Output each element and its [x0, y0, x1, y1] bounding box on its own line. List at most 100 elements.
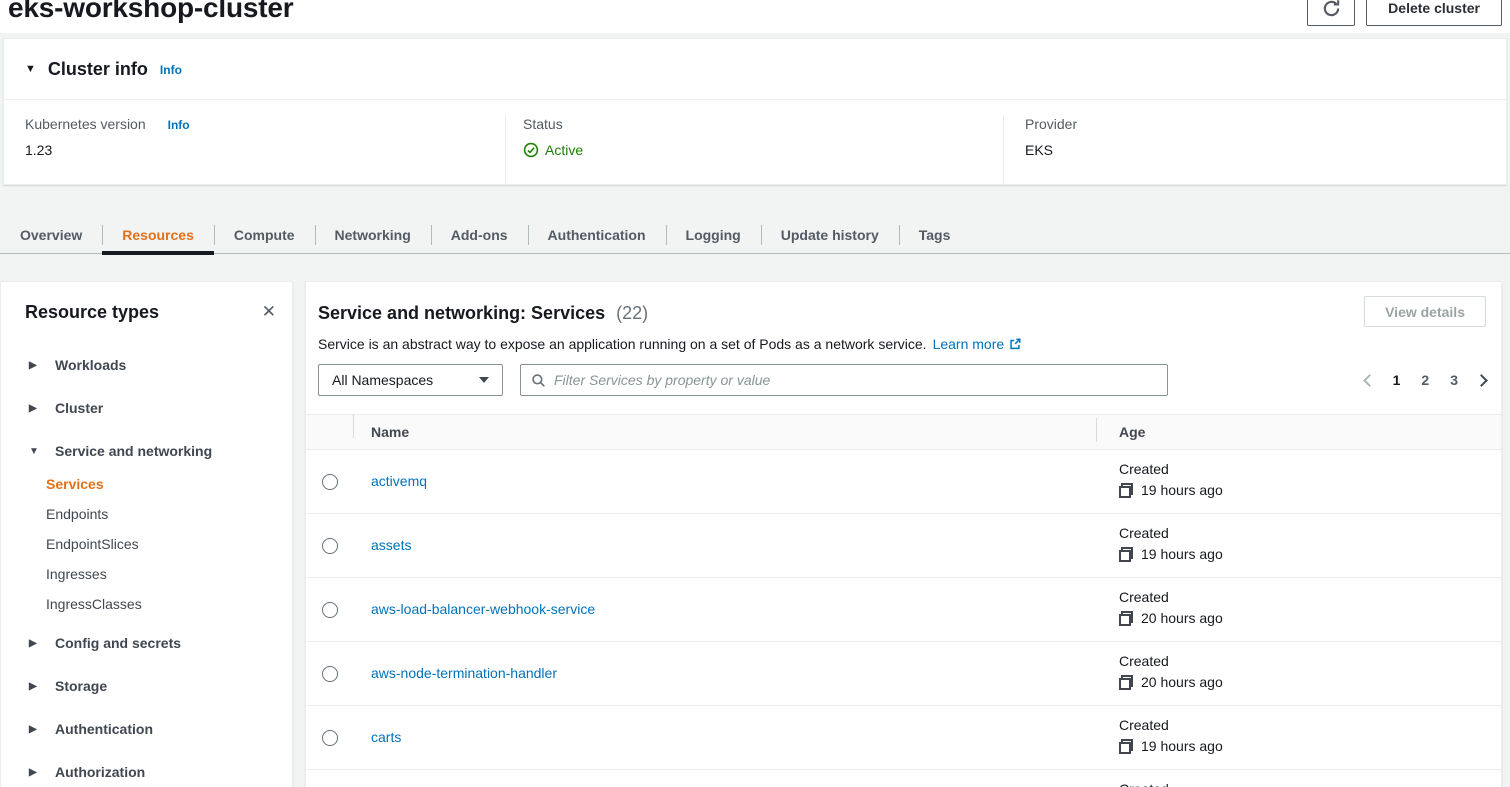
services-panel: Service and networking: Services (22) Vi… [305, 281, 1502, 787]
service-link[interactable]: aws-node-termination-handler [371, 665, 557, 681]
cluster-info-title: Cluster info [48, 59, 148, 80]
created-label: Created [1119, 653, 1501, 669]
copy-icon[interactable] [1119, 611, 1133, 626]
refresh-icon [1322, 0, 1341, 18]
pagination: 1 2 3 [1365, 369, 1486, 391]
provider-value: EKS [1025, 142, 1506, 158]
name-column-header: Name [353, 424, 1096, 440]
row-radio[interactable] [322, 538, 338, 554]
age-value: 19 hours ago [1141, 482, 1223, 498]
collapse-caret-icon: ▼ [29, 446, 40, 457]
row-radio[interactable] [322, 474, 338, 490]
tab-compute-label: Compute [234, 227, 295, 243]
expand-caret-icon: ▶ [29, 638, 40, 649]
table-row: assets Created 19 hours ago [306, 514, 1501, 578]
sidebar-item-cluster[interactable]: ▶ Cluster [29, 398, 292, 418]
table-row: Created [306, 770, 1501, 787]
sidebar-item-config-and-secrets[interactable]: ▶ Config and secrets [29, 633, 292, 653]
sidebar-item-storage[interactable]: ▶ Storage [29, 676, 292, 696]
row-radio[interactable] [322, 666, 338, 682]
sidebar-item-authorization[interactable]: ▶ Authorization [29, 762, 292, 782]
resource-types-title: Resource types [25, 301, 159, 323]
expand-caret-icon: ▶ [29, 767, 40, 778]
sidebar-item-service-and-networking-label: Service and networking [55, 443, 212, 459]
provider-field: Provider EKS [1003, 116, 1506, 184]
tab-authentication[interactable]: Authentication [528, 217, 666, 253]
sidebar-item-authentication[interactable]: ▶ Authentication [29, 719, 292, 739]
created-label: Created [1119, 525, 1501, 541]
external-link-icon [1008, 337, 1022, 351]
tab-tags[interactable]: Tags [899, 217, 971, 253]
table-row: aws-node-termination-handler Created 20 … [306, 642, 1501, 706]
tab-logging[interactable]: Logging [666, 217, 761, 253]
sidebar-item-cluster-label: Cluster [55, 400, 103, 416]
sidebar-item-services[interactable]: Services [46, 469, 292, 499]
sidebar-item-authorization-label: Authorization [55, 764, 145, 780]
sidebar-item-workloads[interactable]: ▶ Workloads [29, 355, 292, 375]
row-radio[interactable] [322, 730, 338, 746]
sidebar-item-endpointslices[interactable]: EndpointSlices [46, 529, 292, 559]
tab-overview[interactable]: Overview [0, 217, 102, 253]
age-column-header: Age [1096, 424, 1501, 440]
learn-more-link[interactable]: Learn more [933, 336, 1005, 352]
table-row: activemq Created 19 hours ago [306, 450, 1501, 514]
age-value: 19 hours ago [1141, 738, 1223, 754]
copy-icon[interactable] [1119, 739, 1133, 754]
close-icon[interactable]: ✕ [262, 301, 276, 323]
tab-update-history[interactable]: Update history [761, 217, 899, 253]
collapse-caret-icon[interactable]: ▼ [25, 63, 36, 75]
page-number-1[interactable]: 1 [1387, 369, 1407, 391]
sidebar-item-storage-label: Storage [55, 678, 107, 694]
tab-resources[interactable]: Resources [102, 217, 214, 253]
page-number-2[interactable]: 2 [1415, 369, 1435, 391]
next-page-icon[interactable] [1475, 374, 1488, 387]
resource-types-panel: Resource types ✕ ▶ Workloads ▶ Cluster ▼… [0, 281, 293, 787]
sidebar-item-ingresses[interactable]: Ingresses [46, 559, 292, 589]
status-badge: Active [523, 142, 1003, 158]
tab-resources-label: Resources [122, 227, 194, 243]
kubernetes-version-label: Kubernetes version [25, 116, 146, 132]
tab-compute[interactable]: Compute [214, 217, 315, 253]
created-label: Created [1119, 717, 1501, 733]
table-row: aws-load-balancer-webhook-service Create… [306, 578, 1501, 642]
status-label: Status [523, 116, 563, 132]
age-value: 20 hours ago [1141, 674, 1223, 690]
service-link[interactable]: activemq [371, 473, 427, 489]
kubernetes-version-info-link[interactable]: Info [168, 118, 190, 132]
expand-caret-icon: ▶ [29, 403, 40, 414]
namespace-select[interactable]: All Namespaces [318, 364, 503, 396]
services-filter-input[interactable] [554, 372, 1157, 388]
tab-networking[interactable]: Networking [315, 217, 431, 253]
service-link[interactable]: aws-load-balancer-webhook-service [371, 601, 595, 617]
tab-networking-label: Networking [335, 227, 411, 243]
sidebar-item-endpoints[interactable]: Endpoints [46, 499, 292, 529]
status-active-check-icon [523, 142, 539, 158]
services-count: (22) [616, 303, 648, 323]
provider-label: Provider [1025, 116, 1077, 132]
previous-page-icon [1363, 374, 1376, 387]
delete-cluster-button[interactable]: Delete cluster [1366, 0, 1502, 26]
expand-caret-icon: ▶ [29, 681, 40, 692]
view-details-button[interactable]: View details [1364, 296, 1486, 327]
page-number-3[interactable]: 3 [1444, 369, 1464, 391]
copy-icon[interactable] [1119, 547, 1133, 562]
search-icon [531, 373, 546, 388]
refresh-button[interactable] [1307, 0, 1355, 26]
cluster-info-info-link[interactable]: Info [160, 63, 182, 77]
service-link[interactable]: assets [371, 537, 411, 553]
cluster-info-body: Kubernetes version Info 1.23 Status Acti… [4, 100, 1506, 184]
created-label: Created [1119, 589, 1501, 605]
tab-authentication-label: Authentication [548, 227, 646, 243]
copy-icon[interactable] [1119, 675, 1133, 690]
row-radio[interactable] [322, 602, 338, 618]
status-value: Active [545, 142, 583, 158]
cluster-info-header: ▼ Cluster info Info [4, 39, 1506, 100]
tab-add-ons[interactable]: Add-ons [431, 217, 528, 253]
service-link[interactable]: carts [371, 729, 401, 745]
sidebar-item-ingressclasses[interactable]: IngressClasses [46, 589, 292, 619]
copy-icon[interactable] [1119, 483, 1133, 498]
sidebar-item-service-and-networking[interactable]: ▼ Service and networking [29, 441, 292, 461]
sidebar-item-config-and-secrets-label: Config and secrets [55, 635, 181, 651]
status-field: Status Active [505, 116, 1003, 184]
services-description: Service is an abstract way to expose an … [318, 336, 927, 352]
